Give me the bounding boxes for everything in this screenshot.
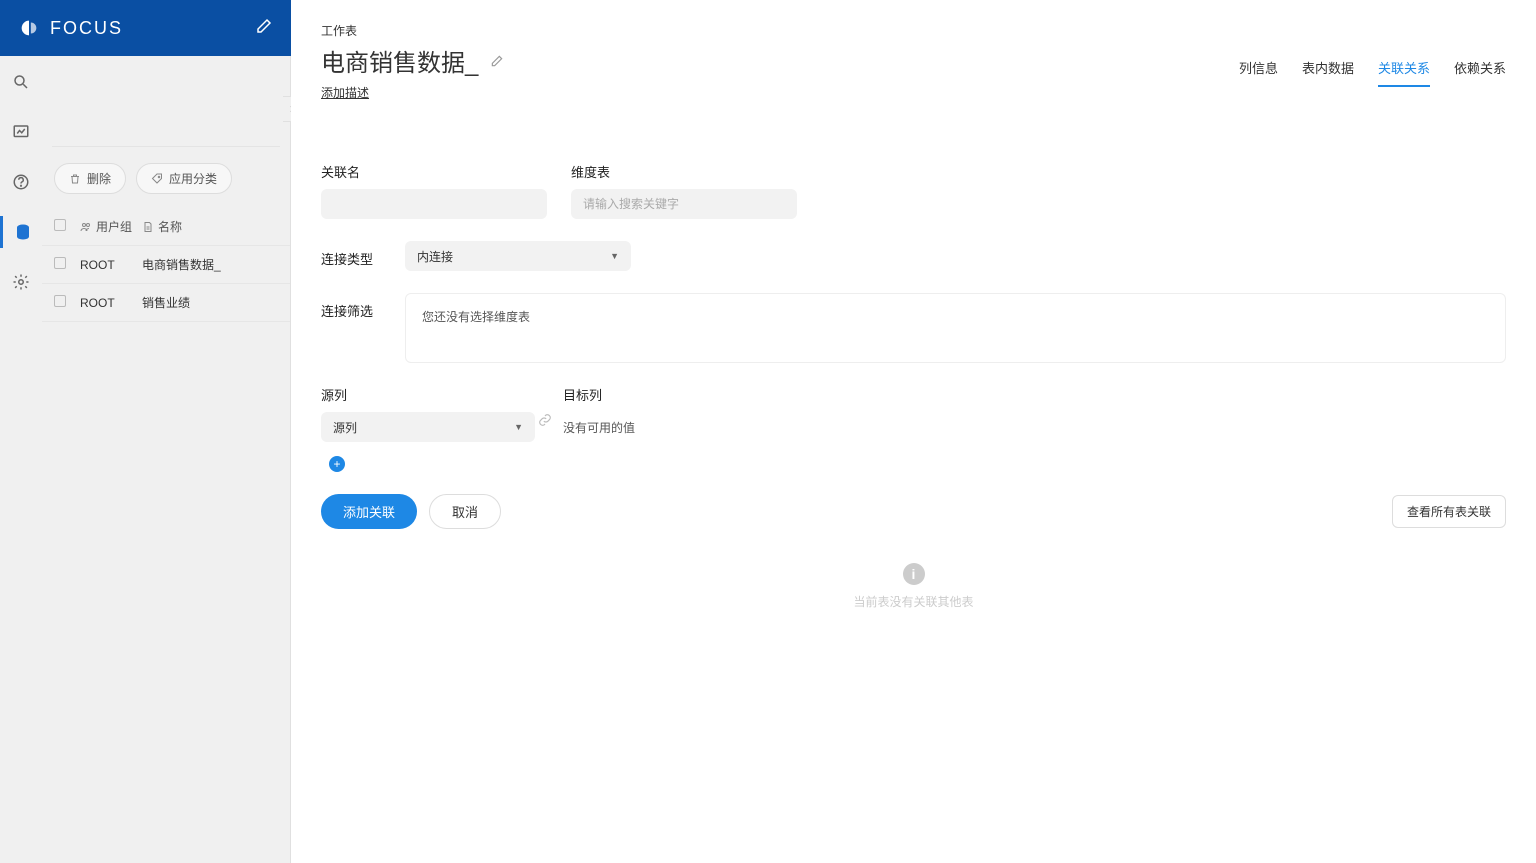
panel-actions: 删除 应用分类	[42, 163, 290, 208]
target-column-label: 目标列	[563, 385, 635, 404]
icon-rail	[0, 56, 42, 863]
table-list: 用户组 名称 ROOT 电商销售数据_ ROOT 销售业绩	[42, 208, 290, 322]
cancel-button[interactable]: 取消	[429, 494, 501, 529]
relation-name-input[interactable]	[321, 189, 547, 219]
brand-edit-button[interactable]	[255, 17, 273, 40]
breadcrumb: 工作表	[321, 22, 1506, 39]
select-all-checkbox[interactable]	[54, 219, 66, 231]
rail-help[interactable]	[0, 166, 42, 198]
filter-label: 连接筛选	[321, 293, 381, 320]
chart-icon	[12, 123, 30, 141]
tab-data[interactable]: 表内数据	[1302, 58, 1354, 87]
database-icon	[14, 223, 32, 241]
gear-icon	[12, 273, 30, 291]
search-icon	[12, 73, 30, 91]
source-column-select[interactable]: 源列 ▼	[321, 412, 535, 442]
target-empty-text: 没有可用的值	[563, 412, 635, 436]
tab-dependencies[interactable]: 依赖关系	[1454, 58, 1506, 87]
delete-button[interactable]: 删除	[54, 163, 126, 194]
chevron-down-icon: ▼	[514, 422, 523, 432]
category-label: 应用分类	[169, 170, 217, 187]
dim-table-input[interactable]	[571, 189, 797, 219]
header-group-label: 用户组	[96, 218, 132, 235]
source-column-value: 源列	[333, 419, 357, 436]
trash-icon	[69, 173, 81, 185]
row-checkbox[interactable]	[54, 257, 66, 269]
row-name: 销售业绩	[142, 294, 278, 311]
brand-logo: FOCUS	[18, 17, 123, 39]
empty-text: 当前表没有关联其他表	[321, 593, 1506, 610]
brand-bar: FOCUS	[0, 0, 291, 56]
relation-form: 关联名 维度表 连接类型 内连接 ▼ 连接筛选 您还没有选择维度表	[321, 162, 1506, 610]
link-icon	[538, 413, 552, 427]
row-group: ROOT	[80, 258, 136, 272]
tag-icon	[151, 173, 163, 185]
main-content: 工作表 电商销售数据_ 添加描述 列信息 表内数据 关联关系 依赖关系 关联名 …	[291, 0, 1536, 863]
tabs: 列信息 表内数据 关联关系 依赖关系	[1239, 58, 1506, 87]
rail-search[interactable]	[0, 66, 42, 98]
panel-divider	[52, 146, 280, 147]
category-button[interactable]: 应用分类	[136, 163, 232, 194]
relation-name-label: 关联名	[321, 162, 547, 181]
action-row: 添加关联 取消 查看所有表关联	[321, 494, 1506, 529]
rail-dashboard[interactable]	[0, 116, 42, 148]
table-row[interactable]: ROOT 销售业绩	[42, 284, 290, 322]
add-column-button[interactable]: +	[329, 456, 345, 472]
empty-state: i 当前表没有关联其他表	[321, 563, 1506, 610]
brand-name: FOCUS	[50, 18, 123, 39]
join-type-value: 内连接	[417, 248, 453, 265]
list-header: 用户组 名称	[42, 208, 290, 246]
link-separator	[535, 385, 555, 427]
delete-label: 删除	[87, 170, 111, 187]
join-type-label: 连接类型	[321, 241, 381, 268]
table-row[interactable]: ROOT 电商销售数据_	[42, 246, 290, 284]
logo-icon	[18, 17, 40, 39]
filter-placeholder: 您还没有选择维度表	[422, 310, 530, 324]
add-description-link[interactable]: 添加描述	[321, 84, 369, 101]
view-all-relations-button[interactable]: 查看所有表关联	[1392, 495, 1506, 528]
dim-table-label: 维度表	[571, 162, 797, 181]
tab-columns[interactable]: 列信息	[1239, 58, 1278, 87]
row-checkbox[interactable]	[54, 295, 66, 307]
tab-relations[interactable]: 关联关系	[1378, 58, 1430, 87]
edit-title-icon[interactable]	[490, 54, 504, 68]
help-icon	[12, 173, 30, 191]
doc-icon	[142, 221, 154, 233]
source-column-label: 源列	[321, 385, 535, 404]
rail-settings[interactable]	[0, 266, 42, 298]
row-group: ROOT	[80, 296, 136, 310]
side-panel: 删除 应用分类 用户组 名称 ROOT 电商销售数据_ ROOT 销	[42, 56, 291, 863]
chevron-down-icon: ▼	[610, 251, 619, 261]
filter-box[interactable]: 您还没有选择维度表	[405, 293, 1506, 363]
header-name-label: 名称	[158, 218, 182, 235]
edit-icon	[255, 17, 273, 35]
users-icon	[80, 221, 92, 233]
info-icon: i	[903, 563, 925, 585]
page-title: 电商销售数据_	[321, 43, 478, 78]
join-type-select[interactable]: 内连接 ▼	[405, 241, 631, 271]
row-name: 电商销售数据_	[142, 256, 278, 273]
add-relation-button[interactable]: 添加关联	[321, 494, 417, 529]
rail-data[interactable]	[0, 216, 42, 248]
